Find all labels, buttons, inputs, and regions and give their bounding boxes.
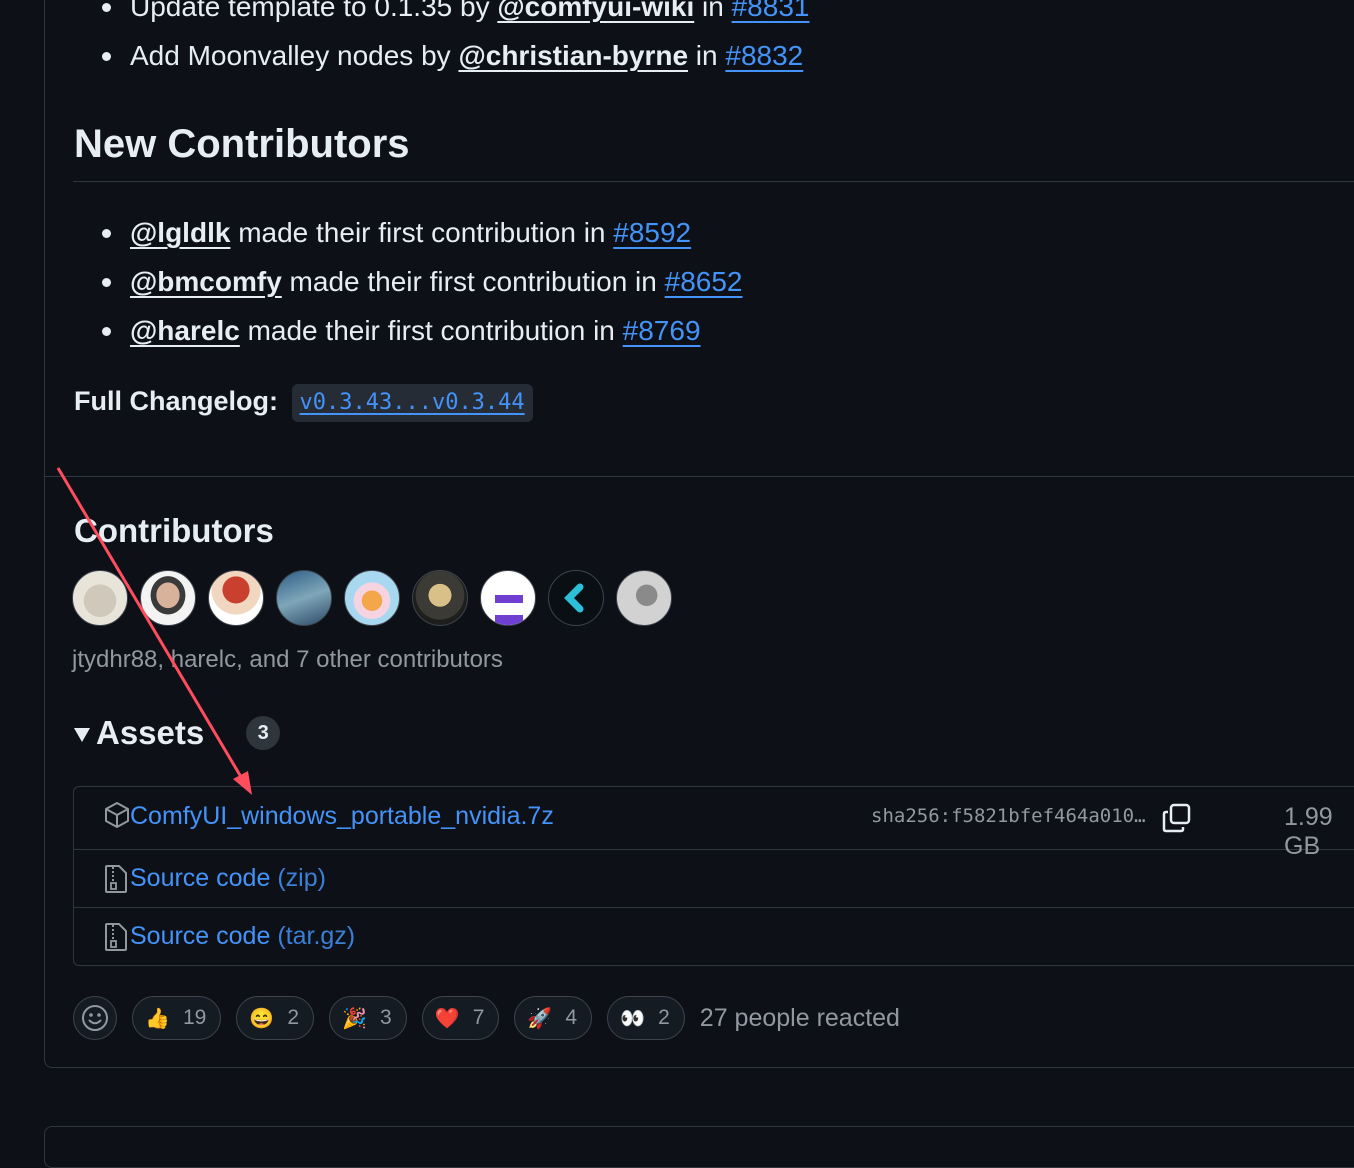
reaction-count: 19 bbox=[183, 1006, 207, 1029]
avatar[interactable] bbox=[72, 570, 128, 626]
issue-link[interactable]: #8831 bbox=[732, 0, 810, 22]
changes-list: Update template to 0.1.35 by @comfyui-wi… bbox=[74, 0, 809, 80]
reaction-count: 2 bbox=[658, 1006, 670, 1029]
reactions-summary: 27 people reacted bbox=[699, 1003, 900, 1032]
list-item: @bmcomfy made their first contribution i… bbox=[74, 257, 743, 306]
reactions-bar: 👍 19 😄 2 🎉 3 ❤️ 7 🚀 4 👀 2 27 people reac… bbox=[73, 996, 900, 1040]
eyes-icon: 👀 bbox=[620, 1007, 646, 1030]
contributors-summary: jtydhr88, harelc, and 7 other contributo… bbox=[72, 646, 503, 673]
user-link[interactable]: @comfyui-wiki bbox=[497, 0, 694, 22]
new-contributors-list: @lgldlk made their first contribution in… bbox=[74, 208, 743, 355]
user-link[interactable]: @bmcomfy bbox=[130, 266, 282, 297]
thumbs-up-icon: 👍 bbox=[145, 1007, 170, 1030]
avatar[interactable] bbox=[276, 570, 332, 626]
section-divider bbox=[45, 476, 1354, 477]
rocket-icon: 🚀 bbox=[527, 1007, 553, 1030]
reaction-thumbs-up[interactable]: 👍 19 bbox=[132, 996, 222, 1040]
asset-row: Source code (zip) bbox=[74, 850, 1354, 908]
avatar[interactable] bbox=[480, 570, 536, 626]
contributors-heading: Contributors bbox=[74, 512, 274, 549]
list-item: Add Moonvalley nodes by @christian-byrne… bbox=[74, 31, 809, 80]
issue-link[interactable]: #8652 bbox=[665, 266, 743, 297]
full-changelog: Full Changelog: v0.3.43...v0.3.44 bbox=[74, 383, 533, 422]
laugh-icon: 😄 bbox=[249, 1007, 275, 1030]
add-reaction-button[interactable] bbox=[73, 996, 117, 1040]
reaction-eyes[interactable]: 👀 2 bbox=[607, 996, 685, 1040]
triangle-down-icon bbox=[74, 728, 90, 742]
file-zip-icon bbox=[104, 922, 128, 957]
full-changelog-label: Full Changelog: bbox=[74, 386, 278, 416]
sha256-digest: sha256:f5821bfef464a010… bbox=[871, 805, 1146, 827]
next-release-card bbox=[44, 1126, 1354, 1168]
reaction-count: 7 bbox=[472, 1006, 485, 1029]
copy-icon[interactable] bbox=[1162, 803, 1192, 838]
issue-link[interactable]: #8832 bbox=[725, 40, 803, 71]
avatar[interactable] bbox=[208, 570, 264, 626]
assets-toggle[interactable]: Assets 3 bbox=[74, 714, 281, 752]
new-contributors-heading: New Contributors bbox=[74, 122, 410, 166]
asset-download-link[interactable]: ComfyUI_windows_portable_nvidia.7z bbox=[130, 802, 554, 831]
source-targz-link[interactable]: Source code (tar.gz) bbox=[130, 922, 355, 951]
reaction-hooray[interactable]: 🎉 3 bbox=[329, 996, 407, 1040]
package-icon bbox=[104, 801, 130, 834]
avatar[interactable] bbox=[548, 570, 604, 626]
source-zip-link[interactable]: Source code (zip) bbox=[130, 864, 326, 893]
file-zip-icon bbox=[104, 864, 128, 899]
user-link[interactable]: @harelc bbox=[130, 315, 240, 346]
reaction-count: 2 bbox=[287, 1006, 300, 1029]
issue-link[interactable]: #8769 bbox=[623, 315, 701, 346]
reaction-count: 4 bbox=[565, 1006, 578, 1029]
heading-divider bbox=[73, 181, 1354, 182]
assets-heading: Assets bbox=[96, 714, 205, 751]
avatar[interactable] bbox=[140, 570, 196, 626]
hooray-icon: 🎉 bbox=[342, 1007, 367, 1030]
list-item: Update template to 0.1.35 by @comfyui-wi… bbox=[74, 0, 809, 31]
list-item: @harelc made their first contribution in… bbox=[74, 306, 743, 355]
contributors-avatars bbox=[72, 570, 672, 626]
assets-list: ComfyUI_windows_portable_nvidia.7z sha25… bbox=[73, 786, 1354, 966]
avatar[interactable] bbox=[616, 570, 672, 626]
reaction-count: 3 bbox=[380, 1006, 392, 1029]
list-item: @lgldlk made their first contribution in… bbox=[74, 208, 743, 257]
asset-row: ComfyUI_windows_portable_nvidia.7z sha25… bbox=[74, 787, 1354, 860]
avatar[interactable] bbox=[344, 570, 400, 626]
reaction-rocket[interactable]: 🚀 4 bbox=[514, 996, 593, 1040]
compare-link[interactable]: v0.3.43...v0.3.44 bbox=[291, 383, 533, 422]
user-link[interactable]: @christian-byrne bbox=[458, 40, 688, 71]
user-link[interactable]: @lgldlk bbox=[130, 217, 230, 248]
reaction-laugh[interactable]: 😄 2 bbox=[236, 996, 315, 1040]
avatar[interactable] bbox=[412, 570, 468, 626]
asset-row: Source code (tar.gz) bbox=[74, 908, 1354, 966]
reaction-heart[interactable]: ❤️ 7 bbox=[421, 996, 500, 1040]
issue-link[interactable]: #8592 bbox=[613, 217, 691, 248]
assets-count-badge: 3 bbox=[246, 716, 281, 750]
smiley-icon bbox=[82, 1005, 108, 1031]
heart-icon: ❤️ bbox=[434, 1007, 460, 1030]
